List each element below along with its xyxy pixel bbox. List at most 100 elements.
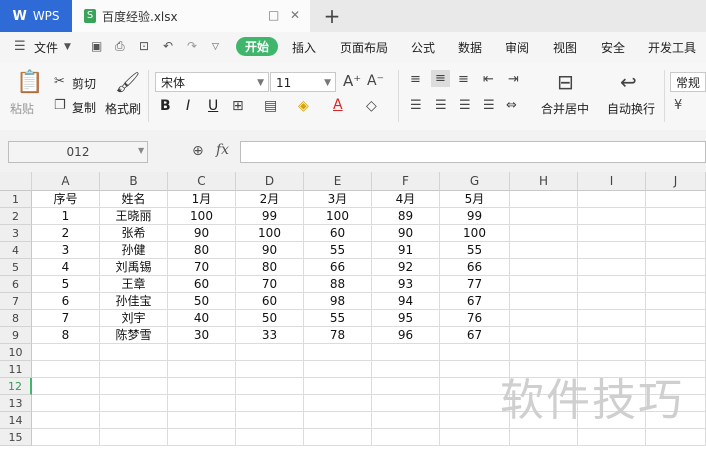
- table-cell[interactable]: 7: [32, 310, 100, 327]
- table-cell[interactable]: [32, 429, 100, 446]
- table-cell[interactable]: [510, 327, 578, 344]
- table-cell[interactable]: 60: [304, 225, 372, 242]
- table-cell[interactable]: 98: [304, 293, 372, 310]
- table-cell[interactable]: [32, 361, 100, 378]
- table-cell[interactable]: [646, 327, 706, 344]
- column-header-c[interactable]: C: [168, 172, 236, 191]
- wrap-text-button[interactable]: 自动换行: [607, 100, 655, 117]
- table-cell[interactable]: [236, 412, 304, 429]
- table-cell[interactable]: 陈梦雪: [100, 327, 168, 344]
- table-cell[interactable]: [304, 344, 372, 361]
- table-cell[interactable]: 4: [32, 259, 100, 276]
- currency-format-icon[interactable]: ¥: [674, 98, 682, 113]
- distributed-align-icon[interactable]: ⇔: [506, 98, 517, 113]
- cell-style-icon[interactable]: ▤: [264, 98, 277, 114]
- table-cell[interactable]: [168, 344, 236, 361]
- table-cell[interactable]: 94: [372, 293, 440, 310]
- table-cell[interactable]: [510, 242, 578, 259]
- row-header[interactable]: 1: [0, 191, 32, 208]
- table-cell[interactable]: 100: [168, 208, 236, 225]
- clear-format-icon[interactable]: ◇: [366, 98, 377, 114]
- copy-button[interactable]: 复制: [72, 99, 96, 116]
- table-cell[interactable]: 40: [168, 310, 236, 327]
- align-bottom-icon[interactable]: ≡: [458, 72, 469, 87]
- column-header-e[interactable]: E: [304, 172, 372, 191]
- table-cell[interactable]: 78: [304, 327, 372, 344]
- table-cell[interactable]: 6: [32, 293, 100, 310]
- table-cell[interactable]: [168, 429, 236, 446]
- format-painter-icon[interactable]: 🖌: [115, 70, 140, 94]
- table-cell[interactable]: [100, 344, 168, 361]
- table-cell[interactable]: 1: [32, 208, 100, 225]
- table-cell[interactable]: 67: [440, 293, 510, 310]
- table-cell[interactable]: 77: [440, 276, 510, 293]
- table-cell[interactable]: [236, 395, 304, 412]
- table-cell[interactable]: [646, 276, 706, 293]
- chevron-down-icon[interactable]: ▼: [64, 42, 71, 52]
- row-header[interactable]: 2: [0, 208, 32, 225]
- table-cell[interactable]: [372, 395, 440, 412]
- table-cell[interactable]: [100, 378, 168, 395]
- window-mode-icon[interactable]: □: [268, 8, 279, 22]
- table-cell[interactable]: [304, 429, 372, 446]
- bold-button[interactable]: B: [160, 98, 171, 114]
- row-header[interactable]: 11: [0, 361, 32, 378]
- menu-developer-tools[interactable]: 开发工具: [648, 39, 696, 56]
- table-cell[interactable]: 序号: [32, 191, 100, 208]
- table-cell[interactable]: 8: [32, 327, 100, 344]
- table-cell[interactable]: [236, 344, 304, 361]
- menu-page-layout[interactable]: 页面布局: [340, 39, 388, 56]
- table-cell[interactable]: 王晓丽: [100, 208, 168, 225]
- table-cell[interactable]: [578, 242, 646, 259]
- table-cell[interactable]: [32, 378, 100, 395]
- table-cell[interactable]: [578, 310, 646, 327]
- table-cell[interactable]: 66: [304, 259, 372, 276]
- table-cell[interactable]: 2月: [236, 191, 304, 208]
- table-cell[interactable]: 3月: [304, 191, 372, 208]
- formula-input[interactable]: [240, 141, 706, 163]
- hamburger-menu-icon[interactable]: ☰: [14, 39, 26, 54]
- row-header[interactable]: 14: [0, 412, 32, 429]
- table-cell[interactable]: 99: [440, 208, 510, 225]
- row-header[interactable]: 3: [0, 225, 32, 242]
- table-cell[interactable]: [578, 327, 646, 344]
- increase-indent-icon[interactable]: ⇥: [508, 72, 519, 87]
- table-cell[interactable]: [372, 412, 440, 429]
- fx-function-icon[interactable]: fx: [216, 142, 229, 158]
- font-size-select[interactable]: 11 ▼: [270, 72, 336, 92]
- table-cell[interactable]: 50: [168, 293, 236, 310]
- menu-insert[interactable]: 插入: [292, 39, 316, 56]
- table-cell[interactable]: [372, 378, 440, 395]
- table-cell[interactable]: [646, 208, 706, 225]
- font-name-select[interactable]: 宋体 ▼: [155, 72, 269, 92]
- zoom-search-icon[interactable]: ⊕: [192, 143, 204, 159]
- table-cell[interactable]: [510, 344, 578, 361]
- table-cell[interactable]: [440, 344, 510, 361]
- table-cell[interactable]: [236, 378, 304, 395]
- table-cell[interactable]: [646, 242, 706, 259]
- table-cell[interactable]: 60: [236, 293, 304, 310]
- table-cell[interactable]: [578, 344, 646, 361]
- table-cell[interactable]: [510, 276, 578, 293]
- table-cell[interactable]: [578, 259, 646, 276]
- row-header[interactable]: 9: [0, 327, 32, 344]
- column-header-j[interactable]: J: [646, 172, 706, 191]
- table-cell[interactable]: [578, 293, 646, 310]
- menu-review[interactable]: 审阅: [505, 39, 529, 56]
- decrease-indent-icon[interactable]: ⇤: [483, 72, 494, 87]
- table-cell[interactable]: 80: [236, 259, 304, 276]
- copy-icon[interactable]: ❐: [54, 98, 66, 113]
- table-cell[interactable]: [372, 429, 440, 446]
- table-cell[interactable]: [646, 293, 706, 310]
- table-cell[interactable]: 100: [440, 225, 510, 242]
- table-cell[interactable]: 5: [32, 276, 100, 293]
- table-cell[interactable]: 93: [372, 276, 440, 293]
- row-header[interactable]: 12: [0, 378, 32, 395]
- table-cell[interactable]: [100, 361, 168, 378]
- table-cell[interactable]: 90: [236, 242, 304, 259]
- table-cell[interactable]: 30: [168, 327, 236, 344]
- paste-icon[interactable]: 📋: [16, 70, 43, 95]
- paste-button-label[interactable]: 粘贴: [10, 100, 34, 117]
- table-cell[interactable]: 55: [304, 242, 372, 259]
- fill-color-icon[interactable]: ◈: [298, 98, 309, 114]
